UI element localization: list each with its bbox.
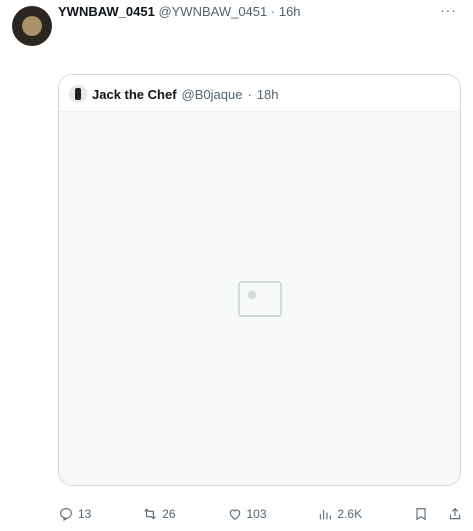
views-button[interactable]: 2.6K <box>317 506 362 522</box>
repost-button[interactable]: 26 <box>142 506 176 522</box>
views-count: 2.6K <box>337 507 363 521</box>
author-avatar[interactable] <box>12 6 52 46</box>
image-placeholder-icon <box>237 281 282 317</box>
quoted-image[interactable] <box>59 111 460 485</box>
author-handle[interactable]: @YWNBAW_0451 <box>158 4 267 19</box>
quoted-tweet[interactable]: Jack the Chef @B0jaque · 18h <box>58 74 461 486</box>
secondary-actions <box>413 506 463 522</box>
quoted-author-name[interactable]: Jack the Chef <box>92 87 177 102</box>
quoted-author-handle[interactable]: @B0jaque <box>182 87 243 102</box>
repost-icon <box>144 508 156 520</box>
repost-count: 26 <box>162 507 176 521</box>
reply-icon <box>60 508 72 521</box>
quoted-avatar[interactable] <box>69 85 87 103</box>
action-bar: 13 26 103 2.6K <box>58 504 463 524</box>
views-icon <box>320 510 332 520</box>
reply-button[interactable]: 13 <box>58 506 91 522</box>
tweet: YWNBAW_0451 @YWNBAW_0451 · 16h ··· Jack … <box>0 0 473 531</box>
tweet-header: YWNBAW_0451 @YWNBAW_0451 · 16h <box>58 4 301 19</box>
tweet-text <box>58 22 458 66</box>
quoted-time[interactable]: 18h <box>257 87 279 102</box>
author-name[interactable]: YWNBAW_0451 <box>58 4 155 19</box>
more-icon[interactable]: ··· <box>440 2 457 18</box>
bookmark-icon[interactable] <box>413 506 429 522</box>
like-button[interactable]: 103 <box>227 506 267 522</box>
heart-icon <box>229 509 240 520</box>
tweet-time[interactable]: 16h <box>279 4 301 19</box>
quoted-header: Jack the Chef @B0jaque · 18h <box>69 85 279 103</box>
reply-count: 13 <box>78 507 92 521</box>
like-count: 103 <box>246 507 267 521</box>
share-icon[interactable] <box>447 506 463 522</box>
